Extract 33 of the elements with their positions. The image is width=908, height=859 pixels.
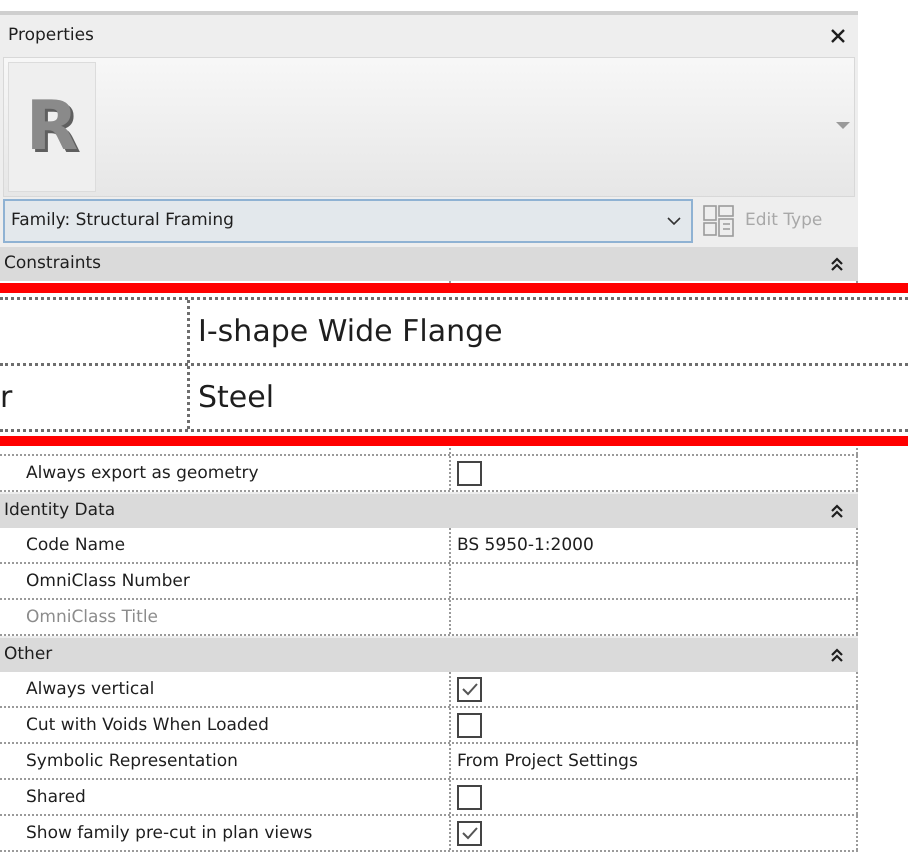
property-label: Always export as geometry [26,462,259,485]
panel-title: Properties [8,24,94,48]
property-value[interactable]: From Project Settings [457,749,638,773]
chevron-down-icon [667,217,681,225]
collapse-icon[interactable] [830,648,844,662]
magnified-label: r [0,379,12,417]
logo-letter: R [26,86,78,168]
property-label: Cut with Voids When Loaded [26,714,269,737]
property-label: Show family pre-cut in plan views [26,822,312,845]
property-label: Always vertical [26,678,154,701]
check-icon [460,682,478,696]
collapse-icon[interactable] [830,504,844,518]
close-icon[interactable] [830,28,846,44]
magnified-value: Steel [198,379,274,417]
property-value[interactable]: BS 5950-1:2000 [457,533,594,557]
checkbox[interactable] [457,460,482,486]
magnified-value: I-shape Wide Flange [198,313,503,351]
property-label: OmniClass Title [26,606,158,629]
collapse-icon[interactable] [830,256,844,272]
section-header[interactable]: Constraints [0,247,858,281]
type-selector[interactable]: Family: Structural Framing [3,199,693,243]
edit-type-icon [703,205,737,237]
property-label: OmniClass Number [26,570,190,593]
checkbox[interactable] [457,712,482,738]
section-header[interactable]: Identity Data [0,494,858,528]
checkbox[interactable] [457,784,482,810]
checkbox[interactable] [457,676,482,702]
property-label: Symbolic Representation [26,750,238,773]
checkbox[interactable] [457,820,482,846]
property-label: Code Name [26,534,126,557]
property-label: Shared [26,786,86,809]
section-header[interactable]: Other [0,638,858,672]
check-icon [460,826,478,840]
